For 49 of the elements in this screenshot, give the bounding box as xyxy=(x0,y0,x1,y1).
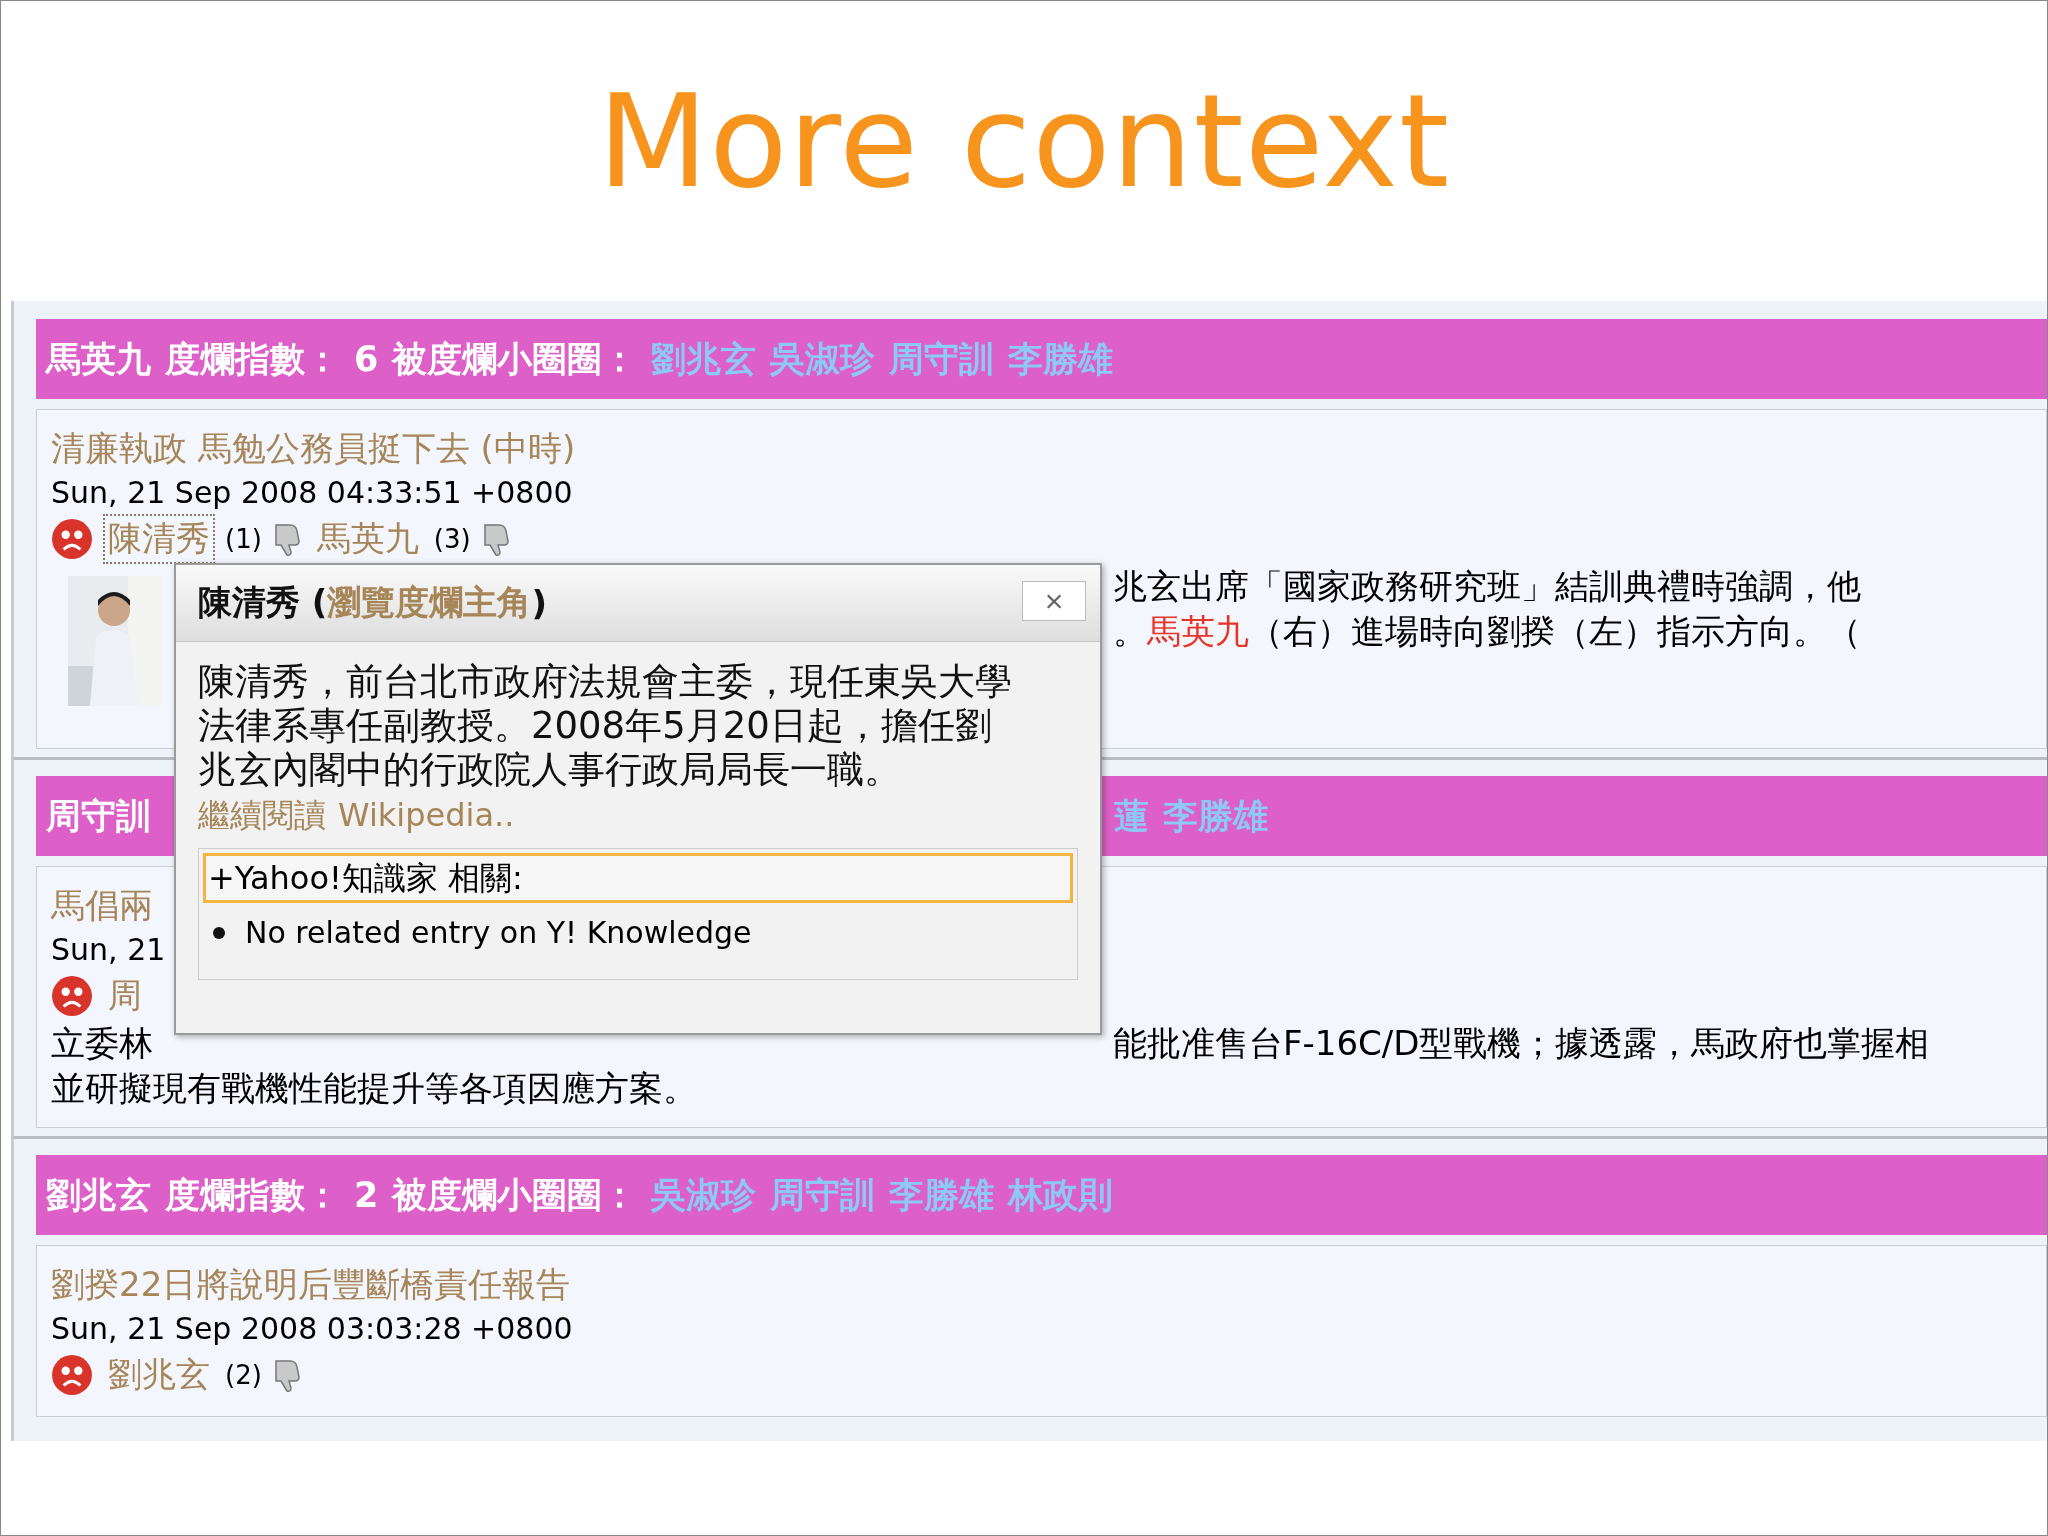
popup-title: 陳清秀 ( xyxy=(198,581,328,624)
article-text: 並研擬現有戰機性能提升等各項因應方案。 xyxy=(51,1067,698,1110)
angry-face-icon xyxy=(51,518,93,560)
article-date: Sun, 21 xyxy=(51,931,166,969)
person-link[interactable]: 周守訓 xyxy=(770,1171,876,1219)
slide-title: More context xyxy=(596,65,1452,218)
mention-count: (2) xyxy=(225,1360,262,1390)
bio-text: 陳清秀，前台北市政府法規會主委，現任東吳大學法律系專任副教授。2008年5月20日起，擔任劉兆玄內閣中的行政院人事行政局局長一職。 xyxy=(198,660,1013,792)
article-text: 立委林 xyxy=(51,1022,154,1065)
person-link[interactable]: 劉兆玄 xyxy=(103,1350,215,1400)
mention-count: (1) xyxy=(225,524,262,554)
person-name[interactable]: 馬英九 xyxy=(46,335,151,383)
article-title[interactable]: 馬倡兩 xyxy=(51,881,153,929)
circle-label: 被度爛小圈圈： xyxy=(392,1173,638,1217)
related-title: +Yahoo!知識家 相關: xyxy=(203,853,1073,903)
article-text: 。馬英九（右）進場時向劉揆（左）指示方向。（ xyxy=(1113,610,1862,653)
index-label: 度爛指數： xyxy=(165,1173,340,1217)
person-name[interactable]: 劉兆玄 xyxy=(46,1171,151,1219)
wikipedia-link[interactable]: Wikipedia.. xyxy=(338,792,515,838)
mention-count: (3) xyxy=(433,524,471,554)
person-link[interactable]: 周守訓 xyxy=(889,335,995,383)
person-link[interactable]: 劉兆玄 xyxy=(651,335,757,383)
index-value: 2 xyxy=(354,1175,379,1215)
index-label: 度爛指數： xyxy=(165,337,340,381)
angry-face-icon xyxy=(51,975,93,1017)
role-link[interactable]: 瀏覽度爛主角 xyxy=(327,580,532,626)
person-link[interactable]: 吳淑珍 xyxy=(770,335,876,383)
article-title[interactable]: 劉揆22日將說明后豐斷橋責任報告 xyxy=(51,1260,571,1308)
circle-label: 被度爛小圈圈： xyxy=(392,337,638,381)
close-button[interactable]: × xyxy=(1022,581,1086,621)
person-link[interactable]: 周 xyxy=(103,971,147,1021)
person-link[interactable]: 林政則 xyxy=(1008,1171,1114,1219)
person-link[interactable]: 吳淑珍 xyxy=(651,1171,757,1219)
person-link[interactable]: 蓮 xyxy=(1114,792,1149,840)
person-link[interactable]: 李勝雄 xyxy=(889,1171,995,1219)
article-title[interactable]: 清廉執政 馬勉公務員挺下去 (中時) xyxy=(51,424,576,472)
index-value: 6 xyxy=(354,339,379,379)
person-link[interactable]: 李勝雄 xyxy=(1163,792,1268,840)
article-date: Sun, 21 Sep 2008 03:03:28 +0800 xyxy=(51,1310,573,1348)
read-more-link[interactable]: 繼續閱讀 xyxy=(198,792,326,838)
related-entry: No related entry on Y! Knowledge xyxy=(245,914,752,952)
person-link[interactable]: 李勝雄 xyxy=(1008,335,1114,383)
bullet-icon xyxy=(213,927,225,939)
person-link[interactable]: 馬英九 xyxy=(311,514,424,564)
article-text: 能批准售台F-16C/D型戰機；據透露，馬政府也掌握相 xyxy=(1113,1022,1931,1065)
article-date: Sun, 21 Sep 2008 04:33:51 +0800 xyxy=(51,474,573,512)
article-text: 兆玄出席「國家政務研究班」結訓典禮時強調，他 xyxy=(1113,565,1862,608)
angry-face-icon xyxy=(51,1354,93,1396)
closing-parenthesis: ) xyxy=(531,583,547,623)
